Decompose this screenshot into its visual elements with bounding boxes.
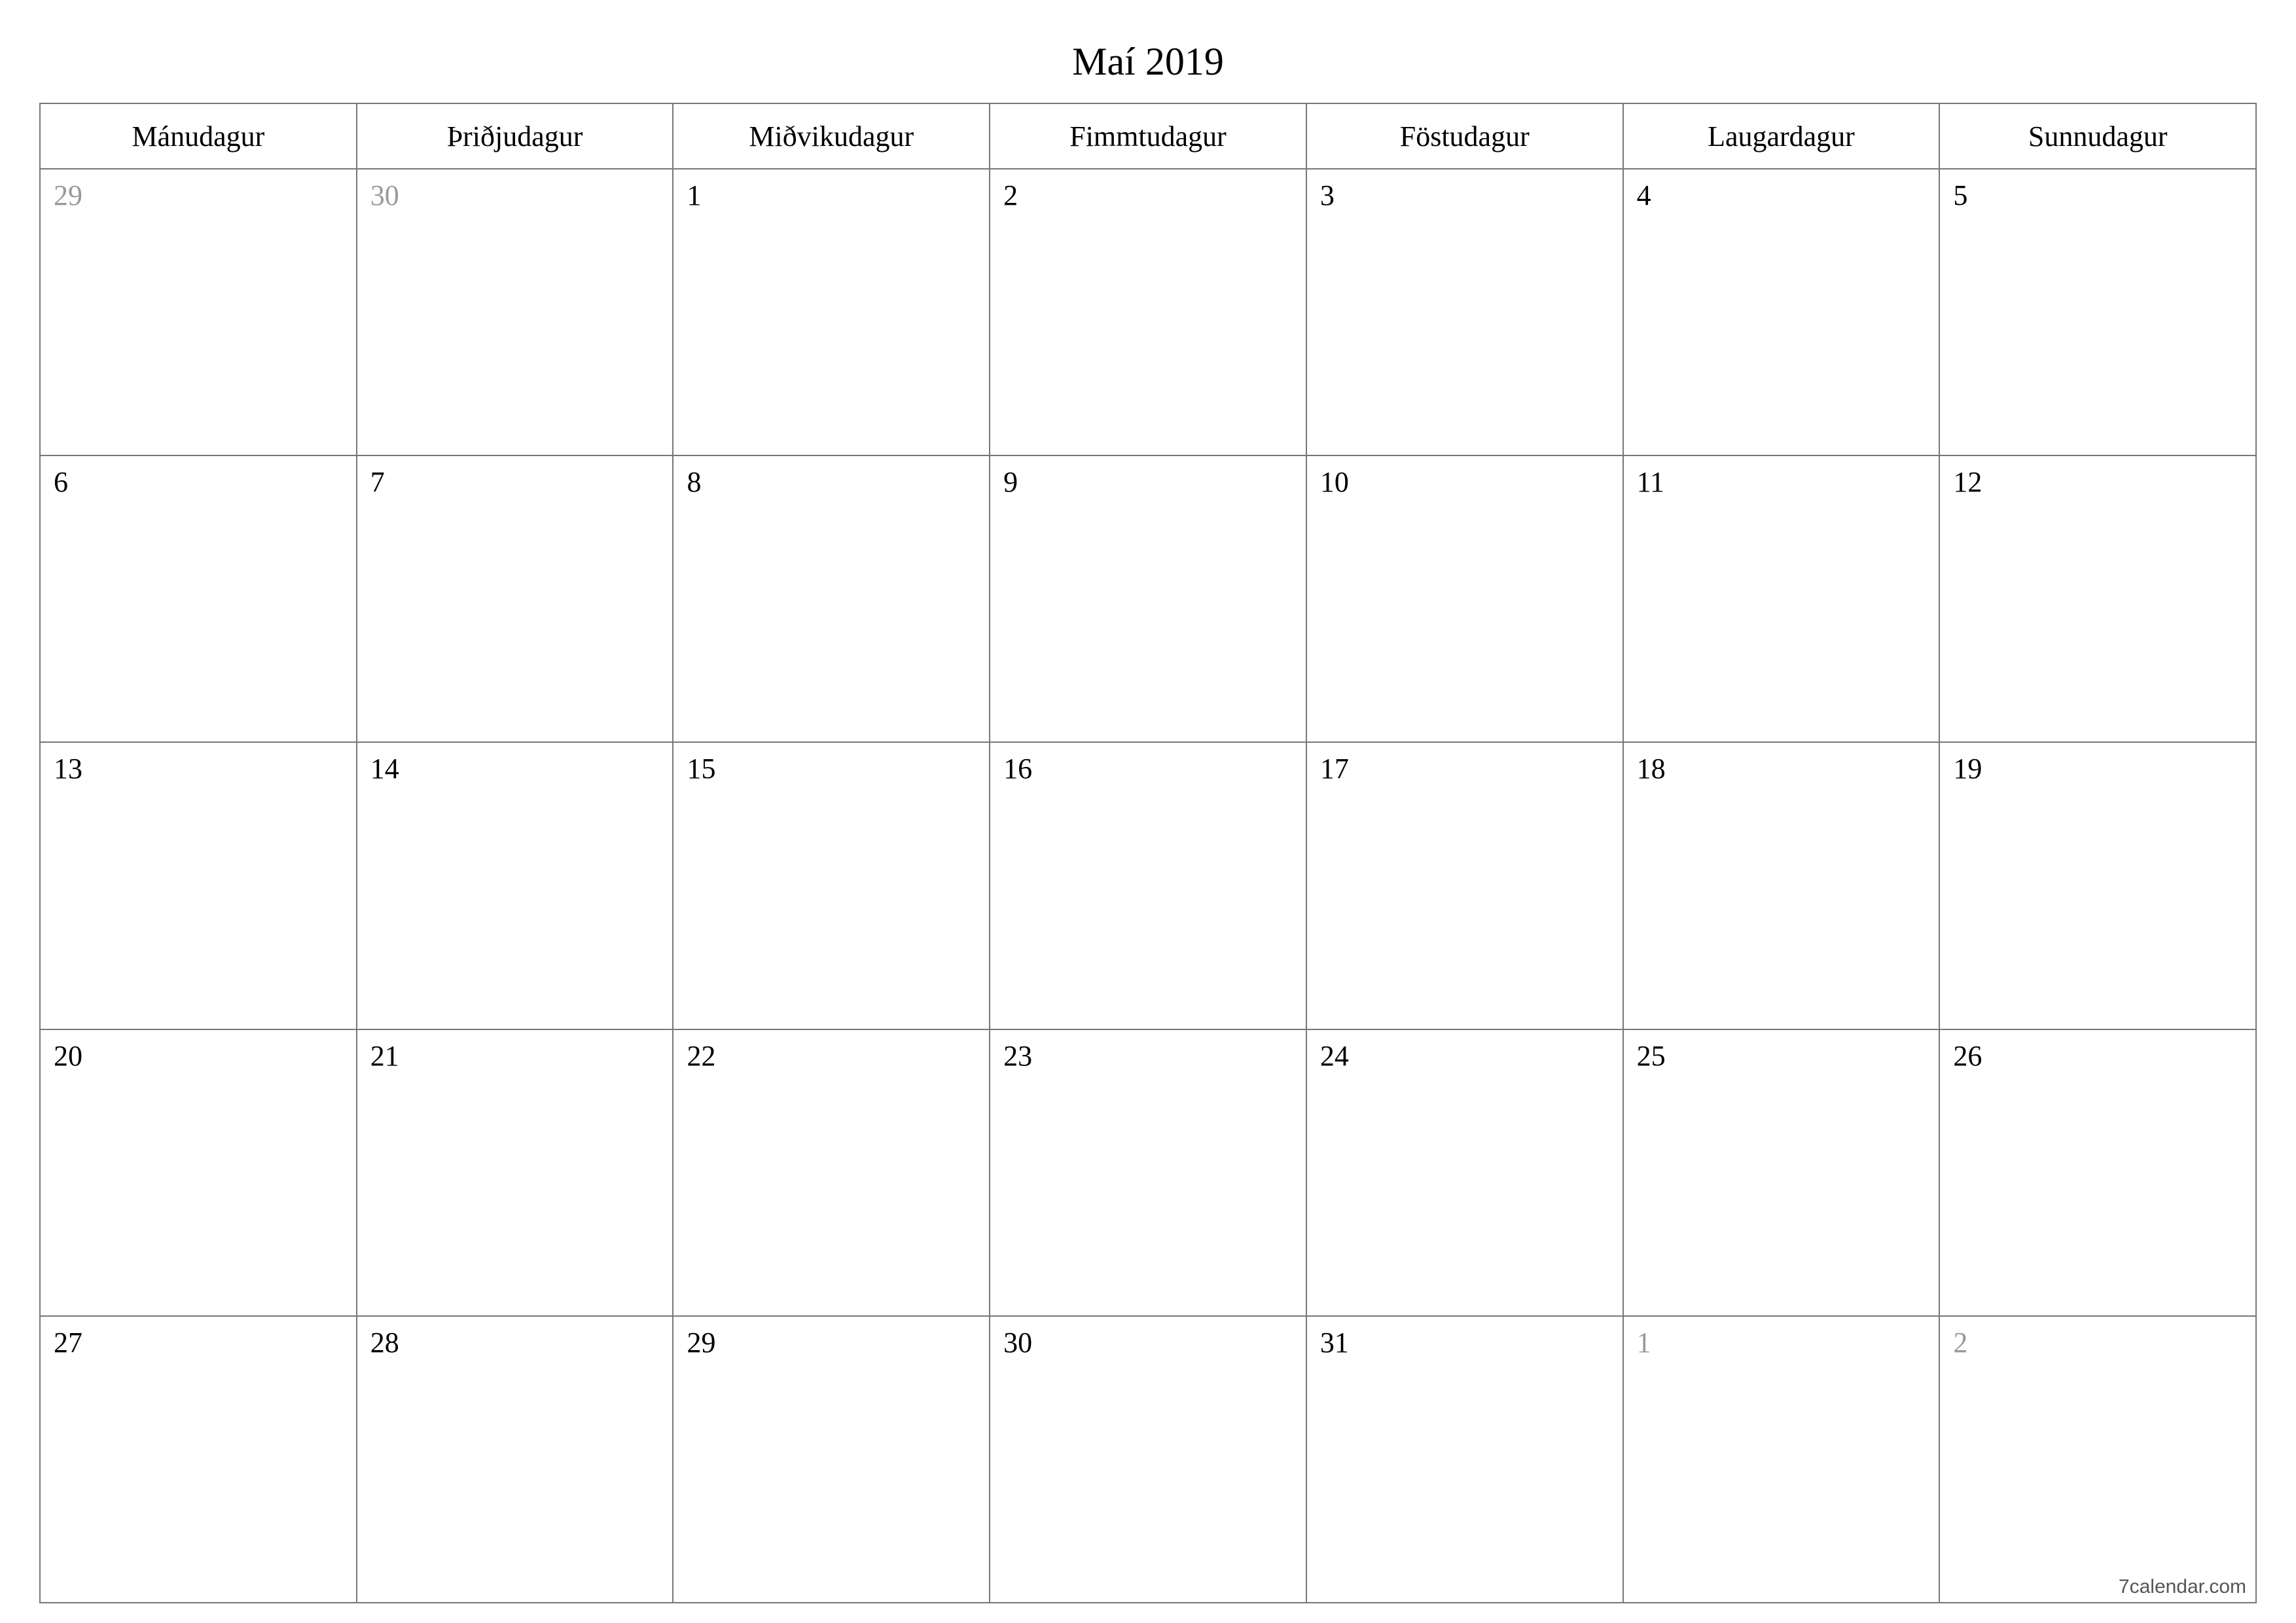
calendar-title: Maí 2019: [39, 39, 2257, 84]
day-number: 2: [1953, 1327, 1967, 1359]
day-cell: 10: [1307, 456, 1624, 741]
weekday-header: Miðvikudagur: [673, 104, 990, 169]
day-cell: 1: [673, 169, 990, 455]
attribution-text: 7calendar.com: [2119, 1576, 2246, 1598]
weekday-header: Föstudagur: [1307, 104, 1624, 169]
day-cell: 13: [41, 743, 357, 1028]
weekday-header: Laugardagur: [1624, 104, 1941, 169]
day-cell: 16: [990, 743, 1307, 1028]
day-cell: 17: [1307, 743, 1624, 1028]
day-cell: 11: [1624, 456, 1941, 741]
day-cell: 7: [357, 456, 674, 741]
day-cell: 30: [990, 1317, 1307, 1602]
day-cell: 14: [357, 743, 674, 1028]
day-cell: 18: [1624, 743, 1941, 1028]
weekday-header: Sunnudagur: [1940, 104, 2255, 169]
weekday-header: Fimmtudagur: [990, 104, 1307, 169]
day-cell: 24: [1307, 1030, 1624, 1315]
weekday-header-row: Mánudagur Þriðjudagur Miðvikudagur Fimmt…: [41, 104, 2255, 169]
day-cell: 23: [990, 1030, 1307, 1315]
day-cell: 22: [673, 1030, 990, 1315]
weeks-container: 29 30 1 2 3 4 5 6 7 8 9 10 11 12 13 14 1…: [41, 169, 2255, 1602]
day-cell: 8: [673, 456, 990, 741]
day-cell: 2 7calendar.com: [1940, 1317, 2255, 1602]
day-cell: 15: [673, 743, 990, 1028]
day-cell: 31: [1307, 1317, 1624, 1602]
day-cell: 19: [1940, 743, 2255, 1028]
day-cell: 27: [41, 1317, 357, 1602]
day-cell: 26: [1940, 1030, 2255, 1315]
day-cell: 4: [1624, 169, 1941, 455]
day-cell: 5: [1940, 169, 2255, 455]
week-row: 27 28 29 30 31 1 2 7calendar.com: [41, 1317, 2255, 1602]
calendar-page: Maí 2019 Mánudagur Þriðjudagur Miðvikuda…: [0, 0, 2296, 1623]
day-cell: 20: [41, 1030, 357, 1315]
day-cell: 30: [357, 169, 674, 455]
day-cell: 29: [673, 1317, 990, 1602]
week-row: 6 7 8 9 10 11 12: [41, 456, 2255, 743]
day-cell: 2: [990, 169, 1307, 455]
day-cell: 9: [990, 456, 1307, 741]
week-row: 13 14 15 16 17 18 19: [41, 743, 2255, 1029]
weekday-header: Mánudagur: [41, 104, 357, 169]
week-row: 20 21 22 23 24 25 26: [41, 1030, 2255, 1317]
calendar-grid: Mánudagur Þriðjudagur Miðvikudagur Fimmt…: [39, 103, 2257, 1603]
day-cell: 1: [1624, 1317, 1941, 1602]
week-row: 29 30 1 2 3 4 5: [41, 169, 2255, 456]
day-cell: 6: [41, 456, 357, 741]
day-cell: 28: [357, 1317, 674, 1602]
day-cell: 29: [41, 169, 357, 455]
day-cell: 21: [357, 1030, 674, 1315]
weekday-header: Þriðjudagur: [357, 104, 674, 169]
day-cell: 12: [1940, 456, 2255, 741]
day-cell: 25: [1624, 1030, 1941, 1315]
day-cell: 3: [1307, 169, 1624, 455]
